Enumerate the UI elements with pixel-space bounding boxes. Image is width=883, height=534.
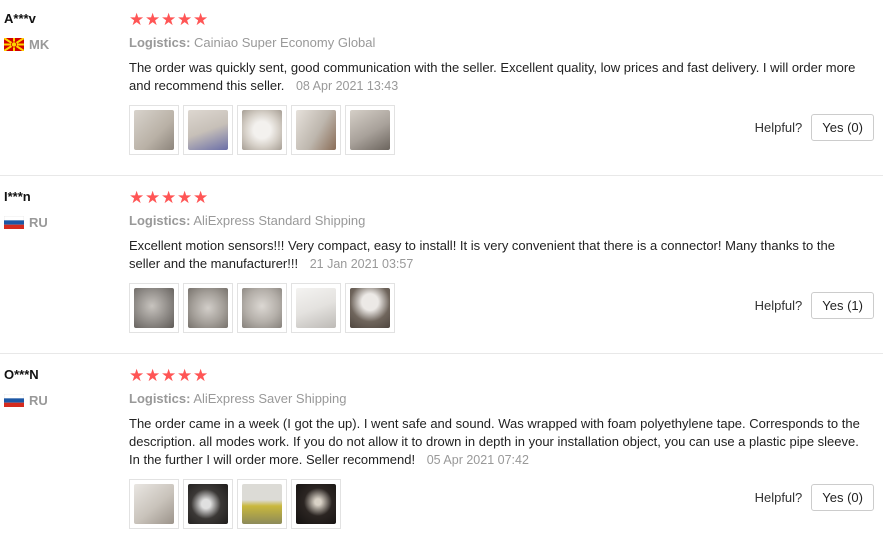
logistics-label: Logistics:: [129, 35, 191, 50]
star-icon: ★: [177, 365, 193, 386]
helpful-label: Helpful?: [754, 120, 803, 135]
helpful-section: Helpful? Yes (0): [755, 484, 874, 511]
logistics-value: Cainiao Super Economy Global: [194, 35, 376, 50]
reviewer-country: RU: [3, 392, 114, 408]
review-date: 08 Apr 2021 13:43: [295, 79, 399, 93]
logistics-label: Logistics:: [129, 213, 191, 228]
star-icon: ★: [161, 365, 177, 386]
country-code: MK: [29, 36, 50, 52]
review-text: The order came in a week (I got the up).…: [129, 415, 869, 469]
review-photo-thumb[interactable]: [183, 105, 233, 155]
star-rating: ★ ★ ★ ★ ★: [129, 189, 869, 207]
helpful-label: Helpful?: [754, 298, 803, 313]
review-body: The order was quickly sent, good communi…: [129, 60, 856, 93]
review-text: Excellent motion sensors!!! Very compact…: [129, 237, 869, 273]
review-photo-thumb[interactable]: [129, 105, 179, 155]
helpful-yes-button[interactable]: Yes (0): [811, 484, 874, 511]
star-icon: ★: [193, 365, 209, 386]
star-icon: ★: [193, 187, 209, 208]
ru-flag-icon: [3, 393, 25, 407]
country-code: RU: [29, 214, 48, 230]
helpful-yes-button[interactable]: Yes (0): [811, 114, 874, 141]
review-photo-thumb[interactable]: [345, 105, 395, 155]
review-photo-thumb[interactable]: [291, 479, 341, 529]
review-photo-thumb[interactable]: [129, 479, 179, 529]
logistics-value: AliExpress Standard Shipping: [193, 213, 366, 228]
star-icon: ★: [177, 9, 193, 30]
review-date: 21 Jan 2021 03:57: [309, 257, 414, 271]
star-icon: ★: [129, 187, 145, 208]
review-photo-thumb[interactable]: [291, 105, 341, 155]
mk-flag-icon: [3, 36, 25, 52]
reviewer-country: RU: [3, 214, 114, 230]
review-photo-thumb[interactable]: [183, 283, 233, 333]
review-divider: [0, 353, 883, 354]
reviewer-country: MK: [3, 36, 114, 52]
reviewer-info: O***N RU: [3, 367, 114, 408]
star-rating: ★ ★ ★ ★ ★: [129, 367, 869, 385]
star-icon: ★: [145, 9, 161, 30]
helpful-yes-button[interactable]: Yes (1): [811, 292, 874, 319]
review-divider: [0, 175, 883, 176]
review-photo-thumb[interactable]: [237, 105, 287, 155]
review-text: The order was quickly sent, good communi…: [129, 59, 869, 95]
reviewer-info: A***v MK: [3, 11, 114, 52]
logistics-label: Logistics:: [129, 391, 191, 406]
review-photo-thumb[interactable]: [237, 283, 287, 333]
star-icon: ★: [177, 187, 193, 208]
review-body: Excellent motion sensors!!! Very compact…: [129, 238, 835, 271]
review-date: 05 Apr 2021 07:42: [426, 453, 529, 467]
review-photo-thumb[interactable]: [345, 283, 395, 333]
review-photo-thumb[interactable]: [237, 479, 287, 529]
logistics-value: AliExpress Saver Shipping: [193, 391, 347, 406]
star-icon: ★: [145, 187, 161, 208]
ru-flag-icon: [3, 215, 25, 229]
star-icon: ★: [161, 187, 177, 208]
star-icon: ★: [129, 9, 145, 30]
review-photo-thumb[interactable]: [291, 283, 341, 333]
star-icon: ★: [161, 9, 177, 30]
review-photo-thumb[interactable]: [183, 479, 233, 529]
logistics-info: Logistics: AliExpress Saver Shipping: [129, 391, 869, 407]
star-icon: ★: [193, 9, 209, 30]
star-icon: ★: [145, 365, 161, 386]
logistics-info: Logistics: AliExpress Standard Shipping: [129, 213, 869, 229]
star-icon: ★: [129, 365, 145, 386]
helpful-label: Helpful?: [754, 490, 803, 505]
reviewer-name: A***v: [4, 11, 36, 26]
country-code: RU: [29, 392, 48, 408]
star-rating: ★ ★ ★ ★ ★: [129, 11, 869, 29]
helpful-section: Helpful? Yes (1): [755, 292, 874, 319]
logistics-info: Logistics: Cainiao Super Economy Global: [129, 35, 869, 51]
helpful-section: Helpful? Yes (0): [755, 114, 874, 141]
reviewer-name: I***n: [4, 189, 31, 204]
review-photo-thumb[interactable]: [129, 283, 179, 333]
reviewer-name: O***N: [4, 367, 39, 382]
reviewer-info: I***n RU: [3, 189, 114, 230]
